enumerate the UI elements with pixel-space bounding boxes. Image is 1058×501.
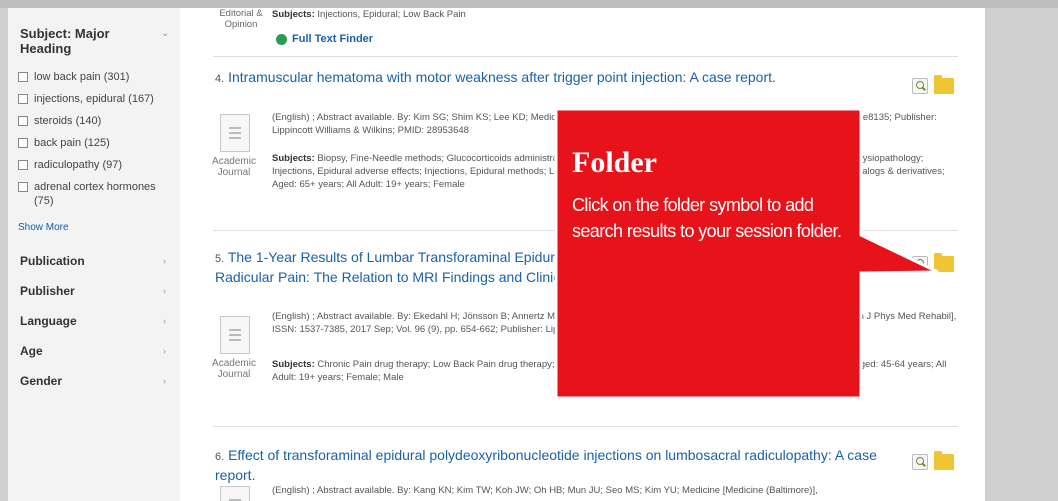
document-thumbnail	[220, 316, 250, 354]
subjects-text: Chronic Pain drug therapy; Low Back Pain…	[272, 359, 947, 383]
result-meta: (English) ; Abstract available. By: Kang…	[272, 485, 818, 496]
chevron-right-icon[interactable]: ›	[163, 346, 166, 356]
facet-section-language[interactable]: Language	[20, 314, 77, 328]
facet-section-publisher[interactable]: Publisher	[20, 284, 75, 298]
facet-heading-subject-major[interactable]: Subject: Major Heading	[20, 26, 150, 56]
result-subjects: Subjects: Chronic Pain drug therapy; Low…	[272, 358, 962, 384]
publication-type: Academic Journal	[212, 156, 256, 178]
result-meta: (English) ; Abstract available. By: Kim …	[272, 112, 937, 136]
subjects-label: Subjects:	[272, 153, 315, 164]
result-number: 5.	[215, 253, 225, 265]
publication-type: Academic Journal	[212, 358, 256, 380]
result-subjects: Subjects: Injections, Epidural; Low Back…	[272, 9, 466, 20]
result-title-text[interactable]: Intramuscular hematoma with motor weakne…	[228, 69, 776, 85]
facet-label: radiculopathy (97)	[34, 159, 123, 171]
facet-label: steroids (140)	[34, 115, 102, 127]
facet-checkbox[interactable]	[18, 72, 28, 82]
add-to-folder-icon[interactable]	[934, 451, 954, 470]
facet-item[interactable]: adrenal cortex hormones (75)	[18, 180, 173, 208]
facet-label: adrenal cortex hormones (75)	[34, 181, 156, 207]
facet-checkbox[interactable]	[18, 116, 28, 126]
preview-magnifier-icon[interactable]	[912, 256, 928, 272]
result-title-text[interactable]: The 1-Year Results of Lumbar Transforami…	[215, 249, 883, 285]
publication-type: Editorial & Opinion	[219, 8, 263, 30]
facet-item[interactable]: injections, epidural (167)	[18, 92, 154, 106]
document-thumbnail	[220, 114, 250, 152]
facet-label: low back pain (301)	[34, 71, 130, 83]
result-title[interactable]: 5. The 1-Year Results of Lumbar Transfor…	[215, 248, 885, 286]
chevron-right-icon[interactable]: ›	[163, 256, 166, 266]
result-title-text[interactable]: Effect of transforaminal epidural polyde…	[215, 447, 877, 483]
facet-item[interactable]: steroids (140)	[18, 114, 101, 128]
facet-label: back pain (125)	[34, 137, 110, 149]
result-meta: (English) ; Abstract available. By: Eked…	[272, 311, 957, 335]
screenshot-frame: Subject: Major Heading ⌄ low back pain (…	[0, 0, 1058, 501]
facet-checkbox[interactable]	[18, 160, 28, 170]
subjects-text: Injections, Epidural; Low Back Pain	[317, 9, 466, 20]
callout-title: Folder	[572, 146, 657, 179]
result-divider	[213, 56, 958, 57]
facet-item[interactable]: back pain (125)	[18, 136, 110, 150]
document-thumbnail	[220, 486, 250, 501]
chevron-right-icon[interactable]: ›	[163, 376, 166, 386]
add-to-folder-icon[interactable]	[934, 253, 954, 272]
full-text-finder-icon[interactable]	[276, 34, 287, 45]
facet-section-publication[interactable]: Publication	[20, 254, 85, 268]
chevron-down-icon[interactable]: ⌄	[161, 28, 169, 39]
result-title[interactable]: 6. Effect of transforaminal epidural pol…	[215, 446, 885, 484]
preview-magnifier-icon[interactable]	[912, 78, 928, 94]
result-divider	[213, 426, 958, 427]
callout-body: Click on the folder symbol to add search…	[572, 195, 842, 241]
subjects-label: Subjects:	[272, 9, 315, 20]
top-band	[0, 0, 1058, 8]
facet-checkbox[interactable]	[18, 138, 28, 148]
facet-checkbox[interactable]	[18, 182, 28, 192]
results-page: Subject: Major Heading ⌄ low back pain (…	[8, 8, 985, 501]
add-to-folder-icon[interactable]	[934, 75, 954, 94]
facet-sidebar: Subject: Major Heading ⌄ low back pain (…	[8, 8, 180, 501]
facet-checkbox[interactable]	[18, 94, 28, 104]
preview-magnifier-icon[interactable]	[912, 454, 928, 470]
facet-label: injections, epidural (167)	[34, 93, 154, 105]
facet-section-age[interactable]: Age	[20, 344, 43, 358]
show-more-link[interactable]: Show More	[18, 222, 69, 233]
result-title[interactable]: 4. Intramuscular hematoma with motor wea…	[215, 68, 885, 88]
result-number: 4.	[215, 73, 225, 85]
facet-item[interactable]: radiculopathy (97)	[18, 158, 122, 172]
subjects-label: Subjects:	[272, 359, 315, 370]
chevron-right-icon[interactable]: ›	[163, 286, 166, 296]
full-text-finder-link[interactable]: Full Text Finder	[292, 33, 373, 45]
result-number: 6.	[215, 451, 225, 463]
facet-item[interactable]: low back pain (301)	[18, 70, 129, 84]
facet-section-gender[interactable]: Gender	[20, 374, 62, 388]
chevron-right-icon[interactable]: ›	[163, 316, 166, 326]
